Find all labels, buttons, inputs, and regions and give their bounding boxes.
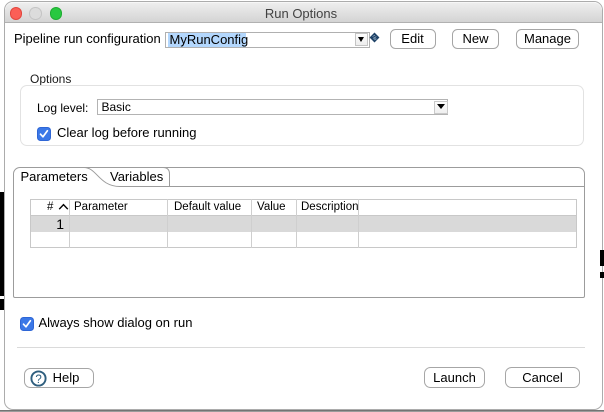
svg-text:?: ?	[35, 373, 41, 385]
